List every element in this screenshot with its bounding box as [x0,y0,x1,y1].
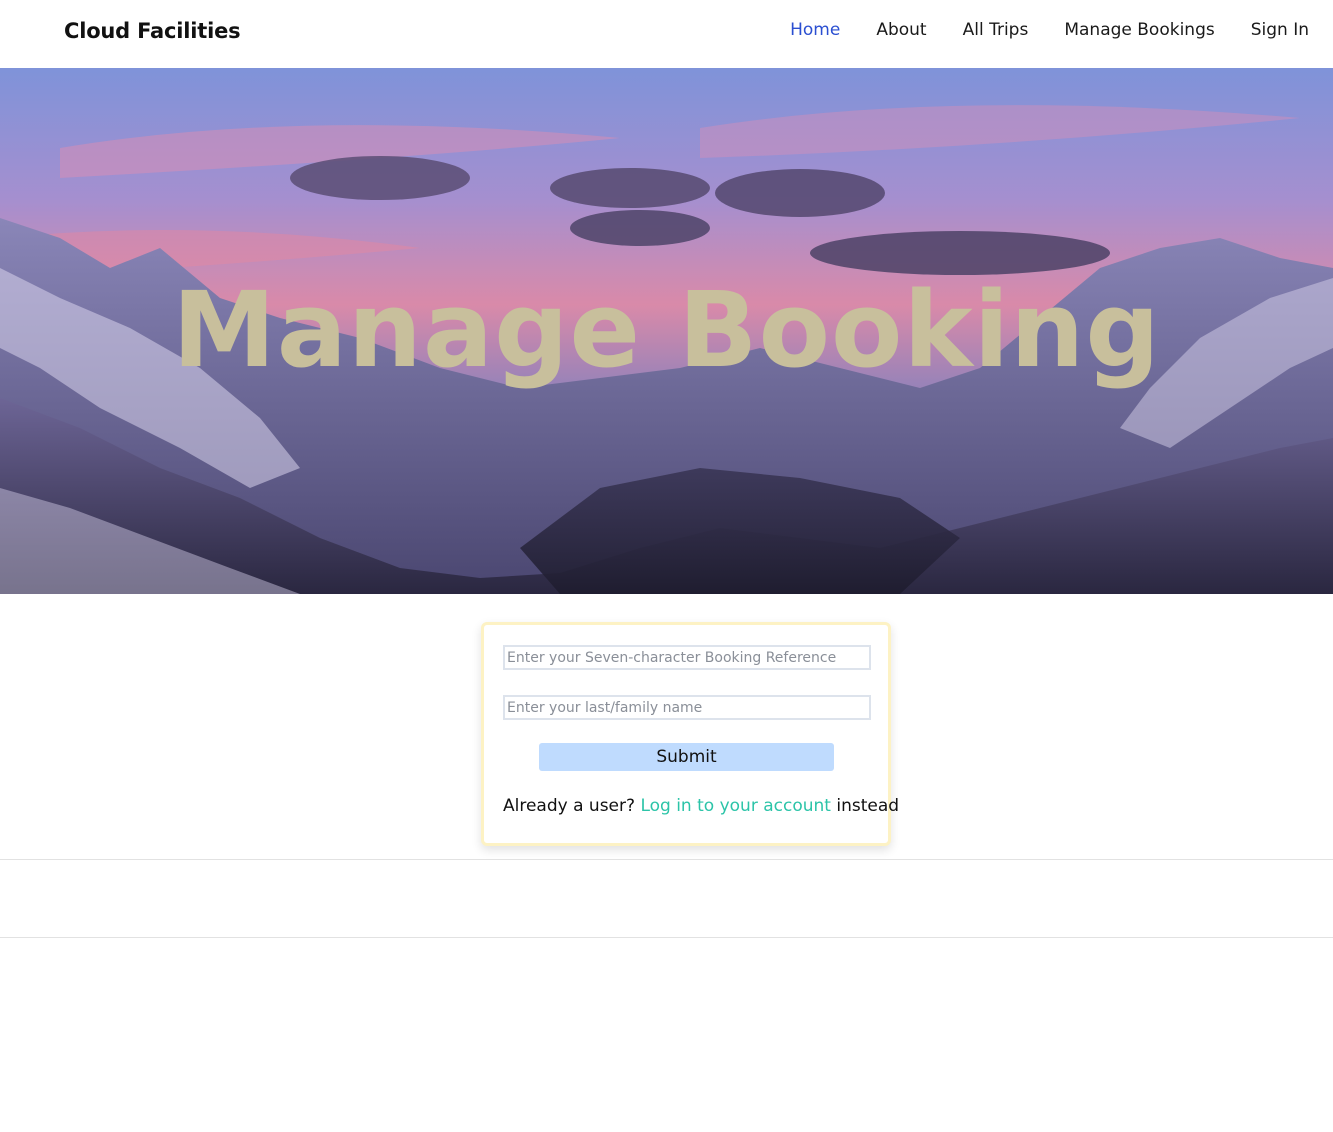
login-link[interactable]: Log in to your account [640,796,831,816]
last-name-input[interactable] [503,695,871,720]
login-prefix: Already a user? [503,796,641,816]
nav-sign-in[interactable]: Sign In [1251,20,1309,40]
brand-logo[interactable]: Cloud Facilities [64,19,241,43]
footer-divider-bottom [0,937,1333,938]
nav-all-trips[interactable]: All Trips [963,20,1029,40]
booking-reference-input[interactable] [503,645,871,670]
nav-about[interactable]: About [876,20,926,40]
submit-button[interactable]: Submit [539,743,834,771]
nav-home[interactable]: Home [790,20,840,40]
navbar: Cloud Facilities Home About All Trips Ma… [0,0,1333,68]
footer-divider-top [0,859,1333,860]
nav-manage-bookings[interactable]: Manage Bookings [1064,20,1214,40]
login-suffix: instead [830,796,900,816]
hero-banner: Manage Booking [0,68,1333,594]
main-nav: Home About All Trips Manage Bookings Sig… [790,20,1309,40]
manage-booking-form: Submit Already a user? Log in to your ac… [481,622,899,846]
login-prompt: Already a user? Log in to your account i… [503,796,899,816]
hero-title: Manage Booking [172,269,1161,391]
